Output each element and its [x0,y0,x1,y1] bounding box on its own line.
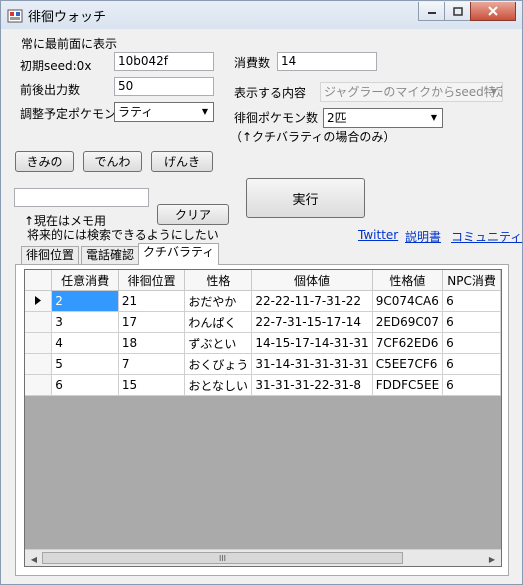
row-header[interactable] [25,311,53,333]
table-cell[interactable]: 5 [51,353,119,375]
maximize-button[interactable] [444,2,472,21]
roamer-select[interactable]: 2匹 ▼ [323,108,443,128]
table-cell[interactable]: 6 [442,353,501,375]
display-label: 表示する内容 [234,86,307,100]
table-cell[interactable]: 21 [118,290,186,312]
row-header[interactable] [25,353,53,375]
roamer-select-value: 2匹 [327,111,347,125]
table-cell[interactable]: ずぶとい [184,332,253,354]
table-cell[interactable]: 6 [442,290,501,312]
table-row[interactable]: 5 7 おくびょう 31-14-31-31-31-31 C5EE7CF6 6 [25,353,501,375]
column-header[interactable]: 性格 [184,270,253,291]
column-header[interactable]: 徘徊位置 [118,270,186,291]
table-cell[interactable]: 2ED69C07 [372,311,444,333]
table-cell[interactable]: 9C074CA6 [372,290,444,312]
pokemon-select-value: ラティ [118,105,154,119]
memo-input[interactable] [14,188,149,207]
title-bar[interactable]: 徘徊ウォッチ [1,1,522,29]
manual-link[interactable]: 説明書 [405,228,441,245]
column-header[interactable]: 任意消費 [51,270,119,291]
kimino-button[interactable]: きみの [15,151,74,172]
table-cell[interactable]: 3 [51,311,119,333]
table-cell[interactable]: 31-31-31-22-31-8 [251,374,373,396]
table-cell[interactable]: 4 [51,332,119,354]
column-header[interactable]: 性格値 [372,270,444,291]
table-cell[interactable]: C5EE7CF6 [372,353,444,375]
table-cell[interactable]: 14-15-17-14-31-31 [251,332,373,354]
maximize-icon [453,6,463,16]
table-cell[interactable]: 22-7-31-15-17-14 [251,311,373,333]
table-cell[interactable]: 6 [442,332,501,354]
table-row[interactable]: 2 21 おだやか 22-22-11-7-31-22 9C074CA6 6 [25,290,501,312]
run-button[interactable]: 実行 [246,178,365,218]
app-window: 徘徊ウォッチ 常に最前面に表示 初期seed:0x 10b042f 前後出力数 … [0,0,523,585]
display-select-value: ジャグラーのマイクからseed特定 [324,85,503,99]
roamer-note: （↑クチバラティの場合のみ） [230,130,396,144]
table-cell[interactable]: 7 [118,353,186,375]
consume-input[interactable]: 14 [277,52,377,71]
table-cell[interactable]: おだやか [184,290,253,312]
results-grid[interactable]: 任意消費 徘徊位置 性格 個体値 性格値 NPC消費 2 21 おだやか 22-… [24,269,502,567]
grid-header-row: 任意消費 徘徊位置 性格 個体値 性格値 NPC消費 [25,270,501,291]
app-icon [7,9,23,23]
range-input[interactable]: 50 [114,77,214,96]
minimize-icon [428,12,436,14]
roamer-label: 徘徊ポケモン数 [234,111,319,125]
close-button[interactable] [470,2,516,21]
memo-note-line2: 将来的には検索できるようにしたい [27,228,219,242]
table-cell[interactable]: 6 [51,374,119,396]
close-icon [488,6,498,16]
pokemon-select[interactable]: ラティ ▼ [114,102,214,122]
chevron-down-icon: ▼ [430,113,438,122]
consume-label: 消費数 [234,56,271,70]
table-cell[interactable]: 2 [51,290,119,312]
table-cell[interactable]: わんぱく [184,311,253,333]
scroll-left-icon[interactable]: ◀ [28,553,40,565]
horizontal-scrollbar[interactable]: ◀ III ▶ [25,549,501,566]
window-title: 徘徊ウォッチ [28,10,107,25]
current-row-indicator[interactable] [25,290,53,312]
range-label: 前後出力数 [20,83,81,97]
topmost-label[interactable]: 常に最前面に表示 [21,35,117,52]
pokemon-label: 調整予定ポケモン [20,107,117,121]
tab-roaming-position[interactable]: 徘徊位置 [21,246,80,264]
chevron-down-icon: ▼ [490,87,498,96]
table-cell[interactable]: 6 [442,311,501,333]
seed-label: 初期seed:0x [20,59,92,73]
table-row[interactable]: 4 18 ずぶとい 14-15-17-14-31-31 7CF62ED6 6 [25,332,501,354]
table-row[interactable]: 3 17 わんぱく 22-7-31-15-17-14 2ED69C07 6 [25,311,501,333]
seed-input[interactable]: 10b042f [114,52,214,71]
minimize-button[interactable] [418,2,446,21]
row-pointer-icon [35,296,42,305]
denwa-button[interactable]: でんわ [83,151,142,172]
chevron-down-icon: ▼ [201,107,209,116]
table-row[interactable]: 6 15 おとなしい 31-31-31-22-31-8 FDDFC5EE 6 [25,374,501,396]
scrollbar-thumb[interactable]: III [42,552,403,564]
table-cell[interactable]: 31-14-31-31-31-31 [251,353,373,375]
row-header-corner [25,270,53,291]
table-cell[interactable]: 17 [118,311,186,333]
table-cell[interactable]: 7CF62ED6 [372,332,444,354]
table-cell[interactable]: 15 [118,374,186,396]
row-header[interactable] [25,332,53,354]
tab-kuchiba-latias[interactable]: クチバラティ [138,243,220,265]
table-cell[interactable]: 18 [118,332,186,354]
table-cell[interactable]: 22-22-11-7-31-22 [251,290,373,312]
column-header[interactable]: NPC消費 [442,270,501,291]
row-header[interactable] [25,374,53,396]
genki-button[interactable]: げんき [151,151,213,172]
table-cell[interactable]: おとなしい [184,374,253,396]
scroll-right-icon[interactable]: ▶ [486,553,498,565]
clear-button[interactable]: クリア [157,204,229,225]
community-link[interactable]: コミュニティ [451,228,522,245]
scrollbar-grip: III [218,553,227,563]
display-select[interactable]: ジャグラーのマイクからseed特定 ▼ [320,82,503,102]
twitter-link[interactable]: Twitter [358,228,398,242]
table-cell[interactable]: FDDFC5EE [372,374,444,396]
table-cell[interactable]: おくびょう [184,353,253,375]
tab-phone-check[interactable]: 電話確認 [81,246,140,264]
table-cell[interactable]: 6 [442,374,501,396]
column-header[interactable]: 個体値 [251,270,373,291]
